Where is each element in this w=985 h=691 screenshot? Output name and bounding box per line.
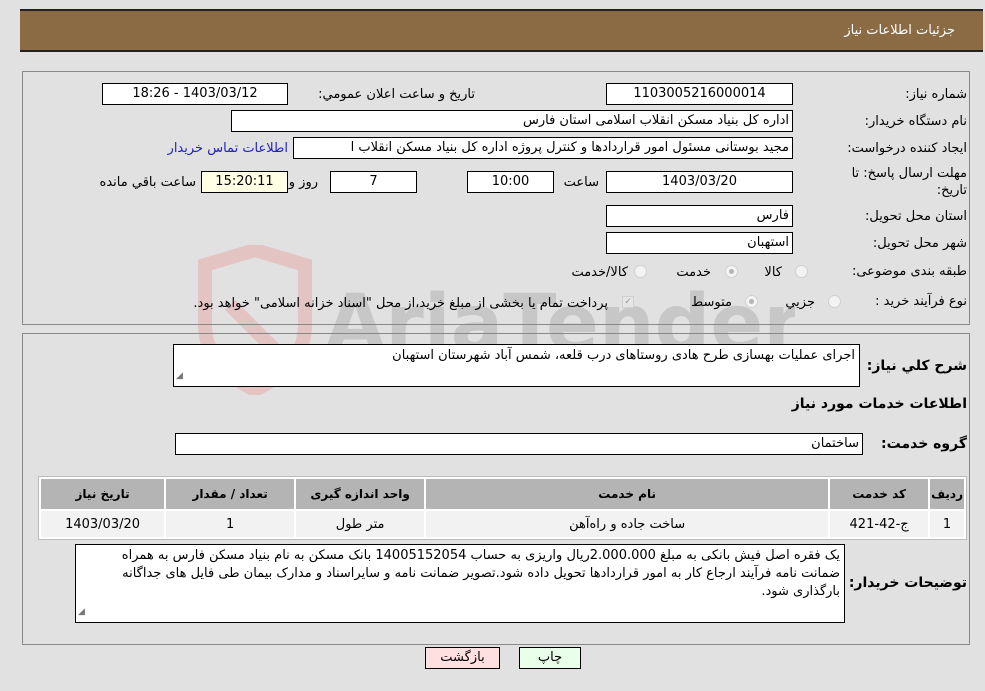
category-option-goods-service: کالا/خدمت — [571, 265, 628, 280]
creator-label: ایجاد کننده درخواست: — [847, 141, 967, 156]
days-label: روز و — [288, 175, 318, 190]
resize-handle-icon[interactable]: ◢ — [176, 367, 183, 385]
need-number-label: شماره نیاز: — [905, 87, 967, 102]
province-label: استان محل تحویل: — [865, 209, 967, 224]
process-option-minor: جزيي — [785, 295, 815, 310]
back-button[interactable]: بازگشت — [425, 647, 500, 669]
page-title: جزئیات اطلاعات نیاز — [844, 23, 955, 38]
table-header-row: ردیف کد خدمت نام خدمت واحد اندازه گیری ت… — [41, 479, 964, 509]
buyer-notes-text: یک فقره اصل فیش بانکی به مبلغ 2.000.000ر… — [121, 548, 840, 599]
cell-need-date: 1403/03/20 — [41, 511, 165, 537]
category-option-service: خدمت — [676, 265, 711, 280]
city-label: شهر محل تحویل: — [872, 236, 967, 251]
col-quantity: تعداد / مقدار — [166, 479, 295, 509]
process-option-medium: متوسط — [691, 295, 732, 310]
deadline-label-2: تاریخ: — [936, 183, 967, 198]
remaining-time-label: ساعت باقي مانده — [99, 175, 196, 190]
category-radio-goods[interactable] — [795, 265, 808, 278]
col-need-date: تاریخ نیاز — [41, 479, 165, 509]
cell-quantity: 1 — [166, 511, 295, 537]
deadline-date-field: 1403/03/20 — [606, 171, 793, 193]
buyer-org-label: نام دستگاه خریدار: — [864, 114, 967, 129]
col-service-code: کد خدمت — [830, 479, 929, 509]
table-row: 1 ج-42-421 ساخت جاده و راه‌آهن متر طول 1… — [41, 511, 964, 537]
service-group-label: گروه خدمت: — [881, 436, 967, 452]
treasury-text: پرداخت تمام یا بخشی از مبلغ خرید،از محل … — [193, 296, 608, 311]
process-radio-minor[interactable] — [828, 295, 841, 308]
time-label: ساعت — [563, 175, 599, 190]
remaining-time-field: 15:20:11 — [201, 171, 288, 193]
days-remaining-field: 7 — [330, 171, 417, 193]
services-section-title: اطلاعات خدمات مورد نیاز — [791, 396, 967, 412]
services-table: ردیف کد خدمت نام خدمت واحد اندازه گیری ت… — [38, 476, 967, 540]
buyer-notes-textarea[interactable]: یک فقره اصل فیش بانکی به مبلغ 2.000.000ر… — [75, 544, 845, 623]
buyer-contact-link[interactable]: اطلاعات تماس خریدار — [168, 141, 288, 156]
deadline-time-field: 10:00 — [467, 171, 554, 193]
service-group-field: ساختمان — [175, 433, 863, 455]
deadline-label: مهلت ارسال پاسخ: تا — [851, 166, 967, 181]
announce-datetime-field: 1403/03/12 - 18:26 — [102, 83, 288, 105]
province-field: فارس — [606, 205, 793, 227]
cell-row-number: 1 — [930, 511, 964, 537]
treasury-checkbox[interactable]: ✓ — [622, 296, 634, 308]
category-option-goods: کالا — [764, 265, 782, 280]
cell-service-code: ج-42-421 — [830, 511, 929, 537]
buyer-org-field: اداره کل بنیاد مسکن انقلاب اسلامی استان … — [231, 110, 793, 132]
summary-text: اجرای عملیات بهسازی طرح هادی روستاهای در… — [392, 348, 855, 363]
print-button[interactable]: چاپ — [519, 647, 581, 669]
col-row-number: ردیف — [930, 479, 964, 509]
creator-field: مجید بوستانی مسئول امور قراردادها و کنتر… — [293, 137, 793, 159]
category-radio-service[interactable] — [725, 265, 738, 278]
summary-textarea[interactable]: اجرای عملیات بهسازی طرح هادی روستاهای در… — [173, 344, 860, 387]
col-service-name: نام خدمت — [426, 479, 829, 509]
cell-unit: متر طول — [296, 511, 425, 537]
process-label: نوع فرآیند خرید : — [875, 294, 967, 309]
need-number-field: 1103005216000014 — [606, 83, 793, 105]
resize-handle-icon[interactable]: ◢ — [78, 603, 85, 621]
category-label: طبقه بندی موضوعی: — [851, 264, 967, 279]
buyer-notes-label: توضیحات خریدار: — [848, 575, 967, 591]
page-header: جزئیات اطلاعات نیاز — [20, 9, 983, 52]
city-field: استهبان — [606, 232, 793, 254]
process-radio-medium[interactable] — [745, 295, 758, 308]
summary-label: شرح کلي نیاز: — [866, 358, 967, 374]
cell-service-name: ساخت جاده و راه‌آهن — [426, 511, 829, 537]
category-radio-goods-service[interactable] — [634, 265, 647, 278]
announce-label: تاریخ و ساعت اعلان عمومي: — [318, 87, 475, 102]
col-unit: واحد اندازه گیری — [296, 479, 425, 509]
